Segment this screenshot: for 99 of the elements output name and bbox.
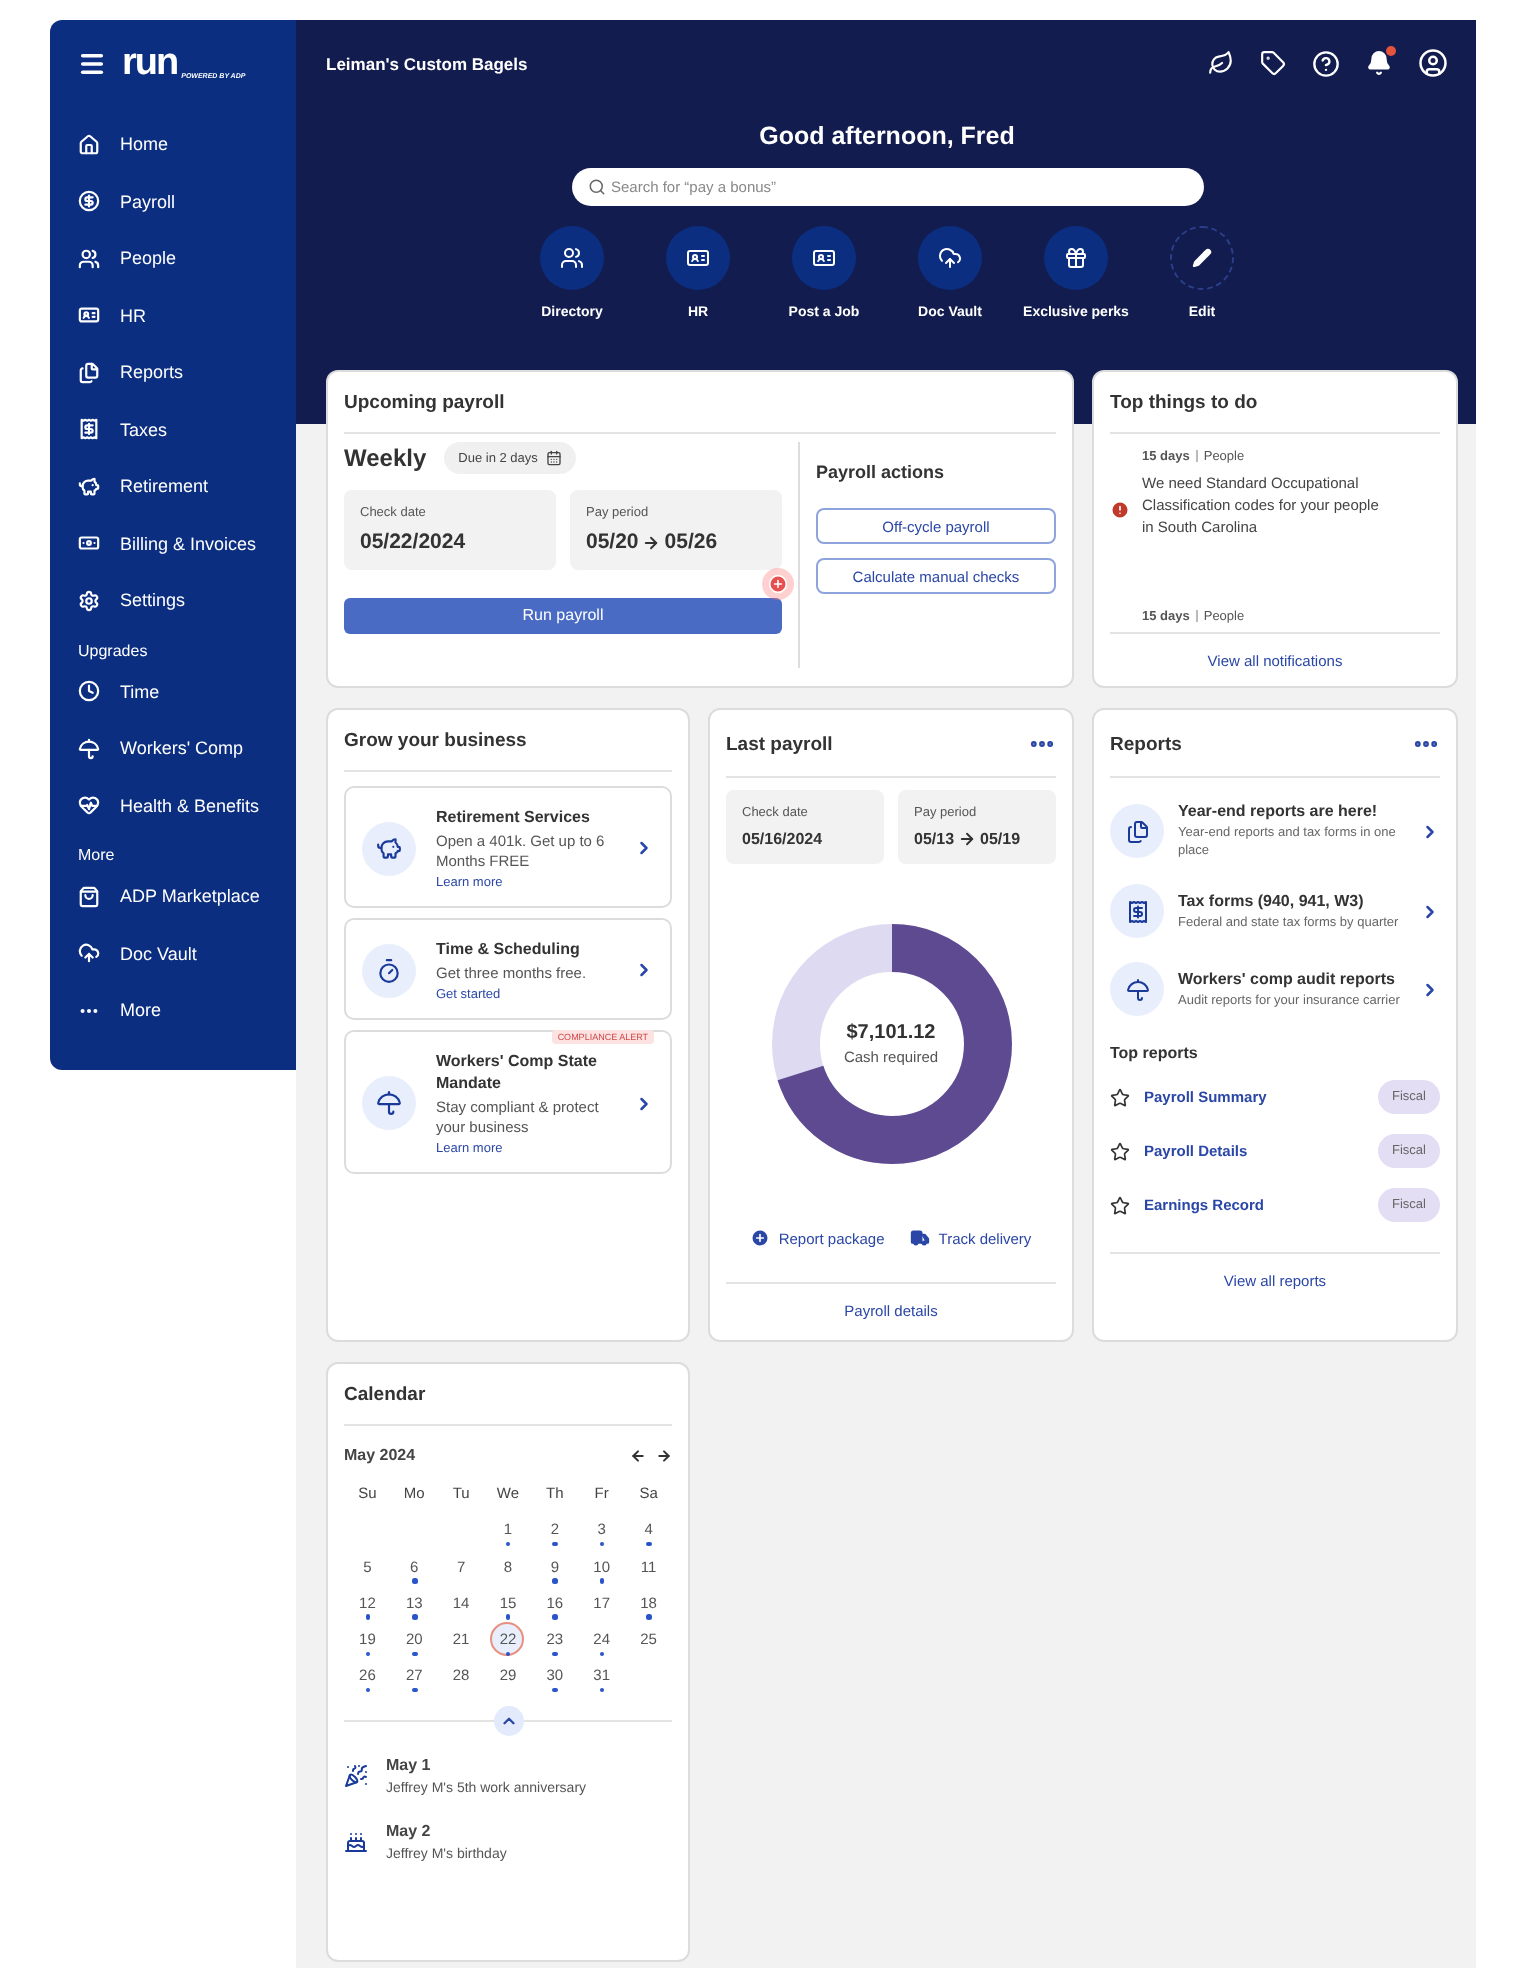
offer-title: Workers' Comp State Mandate: [436, 1050, 599, 1094]
nav-item[interactable]: Home: [50, 116, 296, 173]
nav-section-heading: More: [76, 844, 117, 868]
nav-section-heading: Upgrades: [76, 639, 150, 663]
star-icon[interactable]: [1110, 1087, 1130, 1107]
add-badge[interactable]: [762, 568, 794, 600]
calendar-icon: [545, 450, 562, 466]
people-icon: [560, 246, 584, 270]
people-icon: [78, 247, 100, 270]
nav-item[interactable]: Payroll: [50, 173, 296, 230]
tile-value: 05/16/2024: [742, 830, 825, 848]
nav-item[interactable]: Billing & Invoices: [50, 515, 296, 572]
chevron-right-icon: [1420, 901, 1440, 921]
receipt-icon: [1110, 884, 1164, 938]
pencil-icon: [1192, 248, 1212, 268]
receipt-icon: [78, 418, 100, 441]
umbrella-icon: [1110, 962, 1164, 1016]
nav-item[interactable]: Time: [50, 663, 296, 720]
umbrella-icon: [362, 1076, 416, 1130]
cash-amount: $7,101.12: [846, 1022, 936, 1044]
document-icon: [78, 361, 100, 384]
chevron-right-icon: [634, 838, 654, 858]
account-icon[interactable]: [1418, 48, 1448, 78]
nav-item[interactable]: People: [50, 230, 296, 287]
next-month-button[interactable]: [656, 1447, 672, 1463]
event-date: May 2: [386, 1821, 433, 1840]
umbrella-icon: [78, 737, 100, 760]
nav-item[interactable]: Retirement: [50, 458, 296, 515]
nav-item[interactable]: HR: [50, 287, 296, 344]
nav-item[interactable]: Doc Vault: [50, 925, 296, 982]
arrow-right-icon: [656, 1447, 672, 1463]
nav-item[interactable]: Workers' Comp: [50, 720, 296, 777]
gift-icon: [1064, 246, 1088, 270]
star-icon[interactable]: [1110, 1141, 1130, 1161]
nav-item[interactable]: Taxes: [50, 401, 296, 458]
truck-icon: [910, 1228, 931, 1248]
feature-title: Year-end reports are here!: [1178, 802, 1380, 820]
offer-title: Time & Scheduling: [436, 938, 582, 960]
menu-icon[interactable]: [78, 50, 106, 78]
search-icon: [587, 178, 605, 196]
section-title: Payroll actions: [816, 462, 947, 482]
clock-icon: [78, 680, 100, 703]
nav-item[interactable]: More: [50, 982, 296, 1039]
stopwatch-icon: [362, 943, 416, 997]
notifications-icon[interactable]: [1366, 50, 1392, 76]
period-start: 05/20: [586, 530, 639, 554]
cloud-icon: [78, 942, 100, 965]
card-title: Upcoming payroll: [344, 392, 505, 414]
company-name: Leiman's Custom Bagels: [326, 53, 528, 73]
feature-title: Workers' comp audit reports: [1178, 969, 1397, 987]
help-icon[interactable]: [1312, 49, 1340, 77]
id-card-icon: [78, 304, 100, 327]
nav-item[interactable]: ADP Marketplace: [50, 868, 296, 925]
chevron-right-icon: [634, 1093, 654, 1113]
greeting: Good afternoon, Fred: [759, 122, 1015, 150]
id-card-icon: [812, 246, 836, 270]
chevron-right-icon: [634, 960, 654, 980]
arrow-left-icon: [630, 1447, 646, 1463]
plus-icon: [750, 1228, 771, 1248]
previous-month-button[interactable]: [630, 1447, 646, 1463]
piggy-bank-icon: [362, 821, 416, 875]
heart-pulse-icon: [78, 794, 100, 817]
id-card-icon: [686, 246, 710, 270]
leaf-icon[interactable]: [1208, 50, 1234, 76]
collapse-button[interactable]: [493, 1705, 523, 1736]
shopping-bag-icon: [78, 885, 100, 908]
piggy-bank-icon: [78, 475, 100, 498]
settings-icon: [78, 589, 100, 612]
chevron-right-icon: [1420, 979, 1440, 999]
tag-icon[interactable]: [1260, 50, 1286, 76]
party-popper-icon: [344, 1763, 368, 1788]
month-label: May 2024: [344, 1446, 416, 1464]
section-title: Top reports: [1110, 1044, 1200, 1062]
period-start: 05/13: [914, 830, 955, 848]
period-end: 05/19: [980, 830, 1021, 848]
pay-frequency: Weekly: [344, 444, 427, 472]
cloud-icon: [938, 246, 962, 270]
dollar-icon: [78, 190, 100, 213]
star-icon[interactable]: [1110, 1195, 1130, 1215]
period-end: 05/26: [664, 530, 718, 554]
card-title: Calendar: [344, 1384, 426, 1406]
banknote-icon: [78, 532, 100, 555]
home-icon: [78, 133, 100, 156]
card-title: Last payroll: [726, 733, 833, 755]
arrow-icon: [958, 830, 977, 848]
arrow-icon: [642, 533, 661, 551]
chevron-right-icon: [1420, 821, 1440, 841]
feature-title: Tax forms (940, 941, W3): [1178, 891, 1366, 909]
run-payroll-button[interactable]: Run payroll: [344, 597, 782, 633]
event-date: May 1: [386, 1755, 433, 1774]
nav-item[interactable]: Reports: [50, 344, 296, 401]
card-title: Grow your business: [344, 730, 527, 752]
document-icon: [1110, 804, 1164, 858]
offer-title: Retirement Services: [436, 806, 592, 828]
nav-item[interactable]: Health & Benefits: [50, 777, 296, 834]
card-title: Top things to do: [1110, 392, 1258, 414]
nav-item[interactable]: Settings: [50, 572, 296, 629]
tile-value: 05/22/2024: [360, 530, 468, 554]
card-title: Reports: [1110, 733, 1182, 755]
